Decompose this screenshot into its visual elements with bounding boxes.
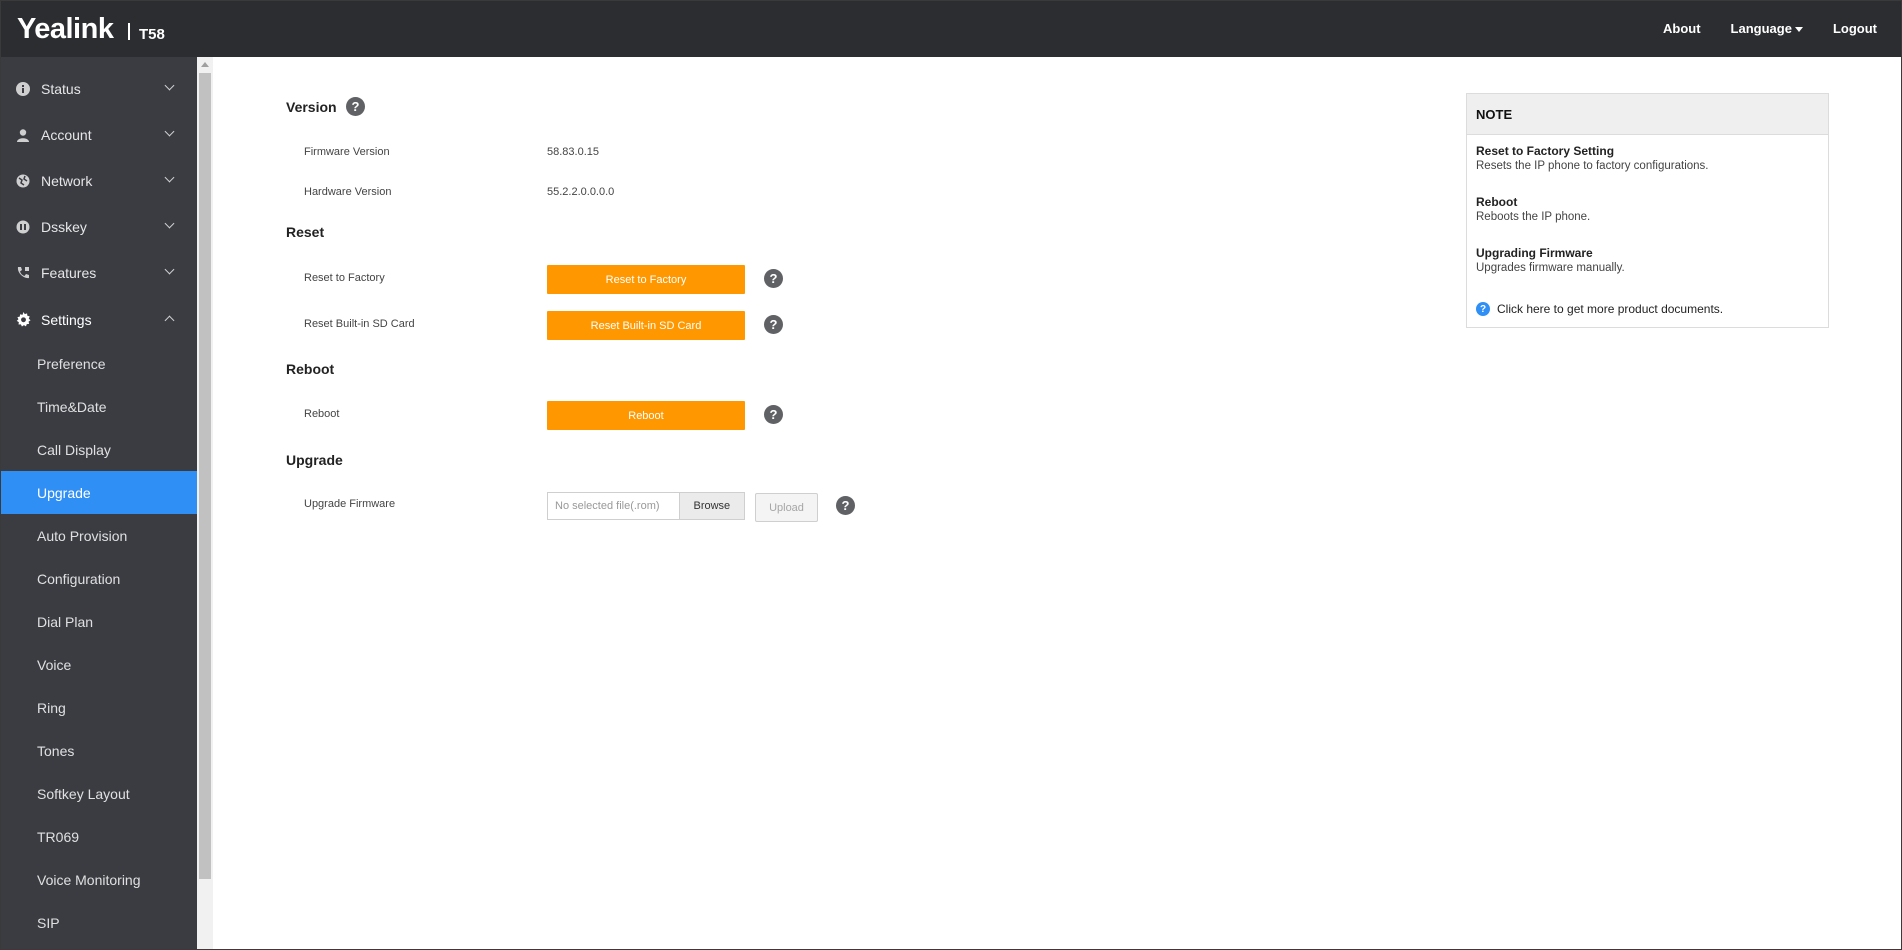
help-icon[interactable]: ? bbox=[836, 496, 855, 515]
user-icon bbox=[15, 127, 31, 143]
help-icon[interactable]: ? bbox=[764, 405, 783, 424]
help-icon[interactable]: ? bbox=[346, 97, 365, 116]
reset-sd-label: Reset Built-in SD Card bbox=[304, 318, 415, 330]
chevron-up-icon bbox=[164, 315, 175, 326]
note-item: Reboot Reboots the IP phone. bbox=[1476, 195, 1590, 223]
reboot-button[interactable]: Reboot bbox=[547, 401, 745, 430]
sidebar-subitem-upgrade[interactable]: Upgrade bbox=[1, 471, 197, 514]
hardware-version-value: 55.2.2.0.0.0.0 bbox=[547, 186, 615, 198]
browser-frame: Yealink T58 About Language Logout Status… bbox=[0, 0, 1902, 950]
product-documents-link[interactable]: ? Click here to get more product documen… bbox=[1476, 302, 1723, 316]
logout-link[interactable]: Logout bbox=[1833, 21, 1877, 36]
help-icon[interactable]: ? bbox=[764, 315, 783, 334]
keypad-icon bbox=[15, 219, 31, 235]
upgrade-firmware-label: Upgrade Firmware bbox=[304, 498, 396, 510]
note-title: NOTE bbox=[1467, 94, 1828, 135]
chevron-down-icon bbox=[164, 80, 175, 91]
sidebar-item-label: Features bbox=[41, 264, 97, 281]
sidebar: Status Account Network Dsskey Features S… bbox=[1, 57, 197, 949]
globe-icon bbox=[15, 173, 31, 189]
sidebar-subitem-ring[interactable]: Ring bbox=[1, 686, 197, 729]
version-section-title: Version bbox=[286, 99, 337, 115]
hardware-version-label: Hardware Version bbox=[304, 186, 392, 198]
sidebar-item-dsskey[interactable]: Dsskey bbox=[1, 205, 197, 248]
language-menu[interactable]: Language bbox=[1731, 21, 1803, 36]
sidebar-subitem-voice-monitoring[interactable]: Voice Monitoring bbox=[1, 858, 197, 901]
question-circle-icon: ? bbox=[1476, 302, 1490, 316]
sidebar-item-label: Account bbox=[41, 126, 92, 143]
note-panel: NOTE Reset to Factory Setting Resets the… bbox=[1466, 93, 1829, 328]
browse-button[interactable]: Browse bbox=[678, 493, 744, 519]
sidebar-item-label: Status bbox=[41, 80, 81, 97]
note-item: Reset to Factory Setting Resets the IP p… bbox=[1476, 144, 1708, 172]
firmware-version-value: 58.83.0.15 bbox=[547, 146, 599, 158]
sidebar-item-label: Settings bbox=[41, 311, 92, 328]
about-link[interactable]: About bbox=[1663, 21, 1701, 36]
reboot-section-title: Reboot bbox=[286, 361, 335, 377]
chevron-down-icon bbox=[164, 172, 175, 183]
product-documents-link-text: Click here to get more product documents… bbox=[1497, 302, 1724, 316]
top-bar: Yealink T58 About Language Logout bbox=[1, 1, 1901, 57]
note-item-title: Upgrading Firmware bbox=[1476, 246, 1593, 260]
chevron-down-icon bbox=[164, 218, 175, 229]
note-item: Upgrading Firmware Upgrades firmware man… bbox=[1476, 246, 1625, 274]
gear-icon bbox=[15, 312, 31, 328]
sidebar-subitem-time-date[interactable]: Time&Date bbox=[1, 385, 197, 428]
reset-section-title: Reset bbox=[286, 224, 325, 240]
help-icon[interactable]: ? bbox=[764, 269, 783, 288]
caret-down-icon bbox=[1794, 27, 1803, 33]
sidebar-subitem-tones[interactable]: Tones bbox=[1, 729, 197, 772]
sidebar-subitem-call-display[interactable]: Call Display bbox=[1, 428, 197, 471]
sidebar-item-settings[interactable]: Settings bbox=[1, 298, 197, 341]
top-nav: About Language Logout bbox=[1663, 21, 1877, 36]
reset-to-factory-button[interactable]: Reset to Factory bbox=[547, 265, 745, 294]
reboot-label: Reboot bbox=[304, 408, 340, 420]
note-item-desc: Resets the IP phone to factory configura… bbox=[1476, 160, 1709, 172]
sidebar-subitem-softkey-layout[interactable]: Softkey Layout bbox=[1, 772, 197, 815]
chevron-down-icon bbox=[164, 126, 175, 137]
sidebar-item-label: Dsskey bbox=[41, 218, 87, 235]
sidebar-subitem-auto-provision[interactable]: Auto Provision bbox=[1, 514, 197, 557]
reset-sd-card-button[interactable]: Reset Built-in SD Card bbox=[547, 311, 745, 340]
model-name: T58 bbox=[139, 26, 165, 43]
info-icon bbox=[15, 81, 31, 97]
scroll-up-arrow-icon[interactable] bbox=[201, 62, 209, 67]
language-label: Language bbox=[1730, 21, 1792, 36]
firmware-file-input[interactable]: No selected file(.rom) Browse bbox=[547, 492, 745, 520]
sidebar-item-features[interactable]: Features bbox=[1, 251, 197, 294]
logo-separator bbox=[128, 23, 130, 40]
note-item-desc: Upgrades firmware manually. bbox=[1476, 262, 1625, 274]
sidebar-subitem-voice[interactable]: Voice bbox=[1, 643, 197, 686]
upgrade-section-title: Upgrade bbox=[286, 452, 343, 468]
note-item-title: Reboot bbox=[1476, 195, 1518, 209]
sidebar-scrollbar[interactable] bbox=[197, 57, 213, 949]
sidebar-subitem-dial-plan[interactable]: Dial Plan bbox=[1, 600, 197, 643]
sidebar-subitem-tr069[interactable]: TR069 bbox=[1, 815, 197, 858]
sidebar-subitem-preference[interactable]: Preference bbox=[1, 342, 197, 385]
phone-icon bbox=[15, 265, 31, 281]
upload-button[interactable]: Upload bbox=[755, 493, 818, 522]
scrollbar-thumb[interactable] bbox=[199, 73, 211, 879]
reset-factory-label: Reset to Factory bbox=[304, 272, 385, 284]
file-input-placeholder: No selected file(.rom) bbox=[555, 500, 660, 512]
sidebar-subitem-configuration[interactable]: Configuration bbox=[1, 557, 197, 600]
note-item-desc: Reboots the IP phone. bbox=[1476, 211, 1591, 223]
chevron-down-icon bbox=[164, 264, 175, 275]
firmware-version-label: Firmware Version bbox=[304, 146, 390, 158]
sidebar-item-account[interactable]: Account bbox=[1, 113, 197, 156]
brand-logo: Yealink bbox=[17, 13, 114, 45]
note-item-title: Reset to Factory Setting bbox=[1476, 144, 1615, 158]
sidebar-item-network[interactable]: Network bbox=[1, 159, 197, 202]
sidebar-subitem-sip[interactable]: SIP bbox=[1, 901, 197, 944]
sidebar-item-status[interactable]: Status bbox=[1, 67, 197, 110]
sidebar-item-label: Network bbox=[41, 172, 93, 189]
